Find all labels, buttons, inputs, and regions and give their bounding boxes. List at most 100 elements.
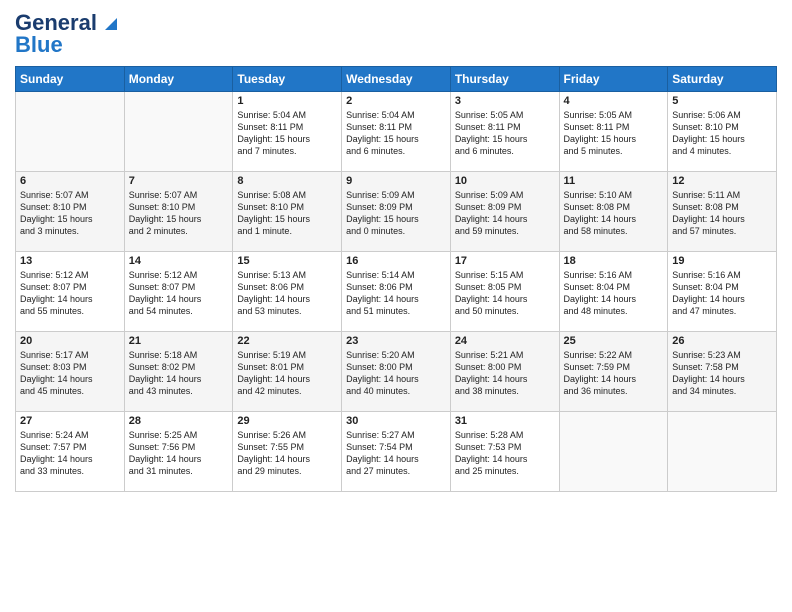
day-number: 26 [672, 335, 772, 347]
col-header-friday: Friday [559, 67, 668, 92]
calendar-cell: 1 Sunrise: 5:04 AM Sunset: 8:11 PM Daylig… [233, 92, 342, 172]
calendar-cell: 14 Sunrise: 5:12 AM Sunset: 8:07 PM Dayli… [124, 252, 233, 332]
day-info: Sunrise: 5:07 AM Sunset: 8:10 PM Dayligh… [129, 189, 229, 238]
day-number: 11 [564, 175, 664, 187]
day-info: Sunrise: 5:16 AM Sunset: 8:04 PM Dayligh… [564, 269, 664, 318]
day-info: Sunrise: 5:04 AM Sunset: 8:11 PM Dayligh… [346, 109, 446, 158]
calendar-cell: 27Sunrise: 5:24 AM Sunset: 7:57 PM Dayli… [16, 412, 125, 492]
day-info: Sunrise: 5:26 AM Sunset: 7:55 PM Dayligh… [237, 429, 337, 478]
day-info: Sunrise: 5:07 AM Sunset: 8:10 PM Dayligh… [20, 189, 120, 238]
week-row-3: 13 Sunrise: 5:12 AM Sunset: 8:07 PM Dayli… [16, 252, 777, 332]
calendar-cell: 2 Sunrise: 5:04 AM Sunset: 8:11 PM Daylig… [342, 92, 451, 172]
day-number: 12 [672, 175, 772, 187]
day-number: 25 [564, 335, 664, 347]
day-info: Sunrise: 5:23 AM Sunset: 7:58 PM Dayligh… [672, 349, 772, 398]
logo-blue: Blue [15, 32, 63, 58]
week-row-1: 1 Sunrise: 5:04 AM Sunset: 8:11 PM Daylig… [16, 92, 777, 172]
day-info: Sunrise: 5:10 AM Sunset: 8:08 PM Dayligh… [564, 189, 664, 238]
calendar-cell: 30 Sunrise: 5:27 AM Sunset: 7:54 PM Dayli… [342, 412, 451, 492]
calendar-cell: 5Sunrise: 5:06 AM Sunset: 8:10 PM Daylig… [668, 92, 777, 172]
day-number: 14 [129, 255, 229, 267]
day-info: Sunrise: 5:12 AM Sunset: 8:07 PM Dayligh… [129, 269, 229, 318]
calendar-cell: 18 Sunrise: 5:16 AM Sunset: 8:04 PM Dayli… [559, 252, 668, 332]
logo: General Blue [15, 10, 121, 58]
day-number: 15 [237, 255, 337, 267]
header-row: SundayMondayTuesdayWednesdayThursdayFrid… [16, 67, 777, 92]
day-info: Sunrise: 5:13 AM Sunset: 8:06 PM Dayligh… [237, 269, 337, 318]
calendar-cell: 19 Sunrise: 5:16 AM Sunset: 8:04 PM Dayli… [668, 252, 777, 332]
day-info: Sunrise: 5:17 AM Sunset: 8:03 PM Dayligh… [20, 349, 120, 398]
calendar-cell: 13 Sunrise: 5:12 AM Sunset: 8:07 PM Dayli… [16, 252, 125, 332]
day-number: 5 [672, 95, 772, 107]
col-header-sunday: Sunday [16, 67, 125, 92]
day-number: 28 [129, 415, 229, 427]
day-info: Sunrise: 5:16 AM Sunset: 8:04 PM Dayligh… [672, 269, 772, 318]
calendar-cell: 29 Sunrise: 5:26 AM Sunset: 7:55 PM Dayli… [233, 412, 342, 492]
day-number: 2 [346, 95, 446, 107]
calendar-cell: 10 Sunrise: 5:09 AM Sunset: 8:09 PM Dayli… [450, 172, 559, 252]
day-number: 30 [346, 415, 446, 427]
calendar-cell: 9 Sunrise: 5:09 AM Sunset: 8:09 PM Daylig… [342, 172, 451, 252]
day-info: Sunrise: 5:14 AM Sunset: 8:06 PM Dayligh… [346, 269, 446, 318]
logo-icon [99, 12, 121, 34]
col-header-wednesday: Wednesday [342, 67, 451, 92]
day-number: 9 [346, 175, 446, 187]
day-number: 22 [237, 335, 337, 347]
calendar-cell: 31 Sunrise: 5:28 AM Sunset: 7:53 PM Dayli… [450, 412, 559, 492]
day-info: Sunrise: 5:05 AM Sunset: 8:11 PM Dayligh… [455, 109, 555, 158]
week-row-4: 20 Sunrise: 5:17 AM Sunset: 8:03 PM Dayli… [16, 332, 777, 412]
day-info: Sunrise: 5:09 AM Sunset: 8:09 PM Dayligh… [346, 189, 446, 238]
calendar-cell: 4Sunrise: 5:05 AM Sunset: 8:11 PM Daylig… [559, 92, 668, 172]
calendar-table: SundayMondayTuesdayWednesdayThursdayFrid… [15, 66, 777, 492]
calendar-cell: 20 Sunrise: 5:17 AM Sunset: 8:03 PM Dayli… [16, 332, 125, 412]
week-row-2: 6 Sunrise: 5:07 AM Sunset: 8:10 PM Daylig… [16, 172, 777, 252]
day-info: Sunrise: 5:09 AM Sunset: 8:09 PM Dayligh… [455, 189, 555, 238]
calendar-cell: 3 Sunrise: 5:05 AM Sunset: 8:11 PM Daylig… [450, 92, 559, 172]
calendar-cell: 24Sunrise: 5:21 AM Sunset: 8:00 PM Dayli… [450, 332, 559, 412]
day-number: 10 [455, 175, 555, 187]
day-number: 17 [455, 255, 555, 267]
day-number: 19 [672, 255, 772, 267]
day-number: 31 [455, 415, 555, 427]
day-number: 1 [237, 95, 337, 107]
calendar-cell [668, 412, 777, 492]
calendar-cell: 15 Sunrise: 5:13 AM Sunset: 8:06 PM Dayli… [233, 252, 342, 332]
day-info: Sunrise: 5:19 AM Sunset: 8:01 PM Dayligh… [237, 349, 337, 398]
day-info: Sunrise: 5:22 AM Sunset: 7:59 PM Dayligh… [564, 349, 664, 398]
day-number: 16 [346, 255, 446, 267]
calendar-cell: 23Sunrise: 5:20 AM Sunset: 8:00 PM Dayli… [342, 332, 451, 412]
day-info: Sunrise: 5:27 AM Sunset: 7:54 PM Dayligh… [346, 429, 446, 478]
day-number: 29 [237, 415, 337, 427]
day-info: Sunrise: 5:24 AM Sunset: 7:57 PM Dayligh… [20, 429, 120, 478]
day-number: 6 [20, 175, 120, 187]
day-info: Sunrise: 5:11 AM Sunset: 8:08 PM Dayligh… [672, 189, 772, 238]
calendar-cell: 7 Sunrise: 5:07 AM Sunset: 8:10 PM Daylig… [124, 172, 233, 252]
calendar-cell: 26 Sunrise: 5:23 AM Sunset: 7:58 PM Dayli… [668, 332, 777, 412]
calendar-cell: 16 Sunrise: 5:14 AM Sunset: 8:06 PM Dayli… [342, 252, 451, 332]
calendar-cell: 28Sunrise: 5:25 AM Sunset: 7:56 PM Dayli… [124, 412, 233, 492]
calendar-cell: 12 Sunrise: 5:11 AM Sunset: 8:08 PM Dayli… [668, 172, 777, 252]
calendar-cell: 8Sunrise: 5:08 AM Sunset: 8:10 PM Daylig… [233, 172, 342, 252]
day-info: Sunrise: 5:20 AM Sunset: 8:00 PM Dayligh… [346, 349, 446, 398]
day-info: Sunrise: 5:15 AM Sunset: 8:05 PM Dayligh… [455, 269, 555, 318]
day-number: 18 [564, 255, 664, 267]
day-info: Sunrise: 5:21 AM Sunset: 8:00 PM Dayligh… [455, 349, 555, 398]
week-row-5: 27Sunrise: 5:24 AM Sunset: 7:57 PM Dayli… [16, 412, 777, 492]
day-info: Sunrise: 5:28 AM Sunset: 7:53 PM Dayligh… [455, 429, 555, 478]
day-info: Sunrise: 5:05 AM Sunset: 8:11 PM Dayligh… [564, 109, 664, 158]
day-number: 20 [20, 335, 120, 347]
day-info: Sunrise: 5:08 AM Sunset: 8:10 PM Dayligh… [237, 189, 337, 238]
day-number: 7 [129, 175, 229, 187]
header: General Blue [15, 10, 777, 58]
day-number: 3 [455, 95, 555, 107]
day-number: 21 [129, 335, 229, 347]
day-info: Sunrise: 5:12 AM Sunset: 8:07 PM Dayligh… [20, 269, 120, 318]
calendar-cell: 6 Sunrise: 5:07 AM Sunset: 8:10 PM Daylig… [16, 172, 125, 252]
calendar-cell: 17 Sunrise: 5:15 AM Sunset: 8:05 PM Dayli… [450, 252, 559, 332]
day-info: Sunrise: 5:04 AM Sunset: 8:11 PM Dayligh… [237, 109, 337, 158]
col-header-tuesday: Tuesday [233, 67, 342, 92]
day-number: 13 [20, 255, 120, 267]
page: General Blue SundayMondayTuesdayWednesda… [0, 0, 792, 612]
col-header-monday: Monday [124, 67, 233, 92]
calendar-cell: 25 Sunrise: 5:22 AM Sunset: 7:59 PM Dayli… [559, 332, 668, 412]
